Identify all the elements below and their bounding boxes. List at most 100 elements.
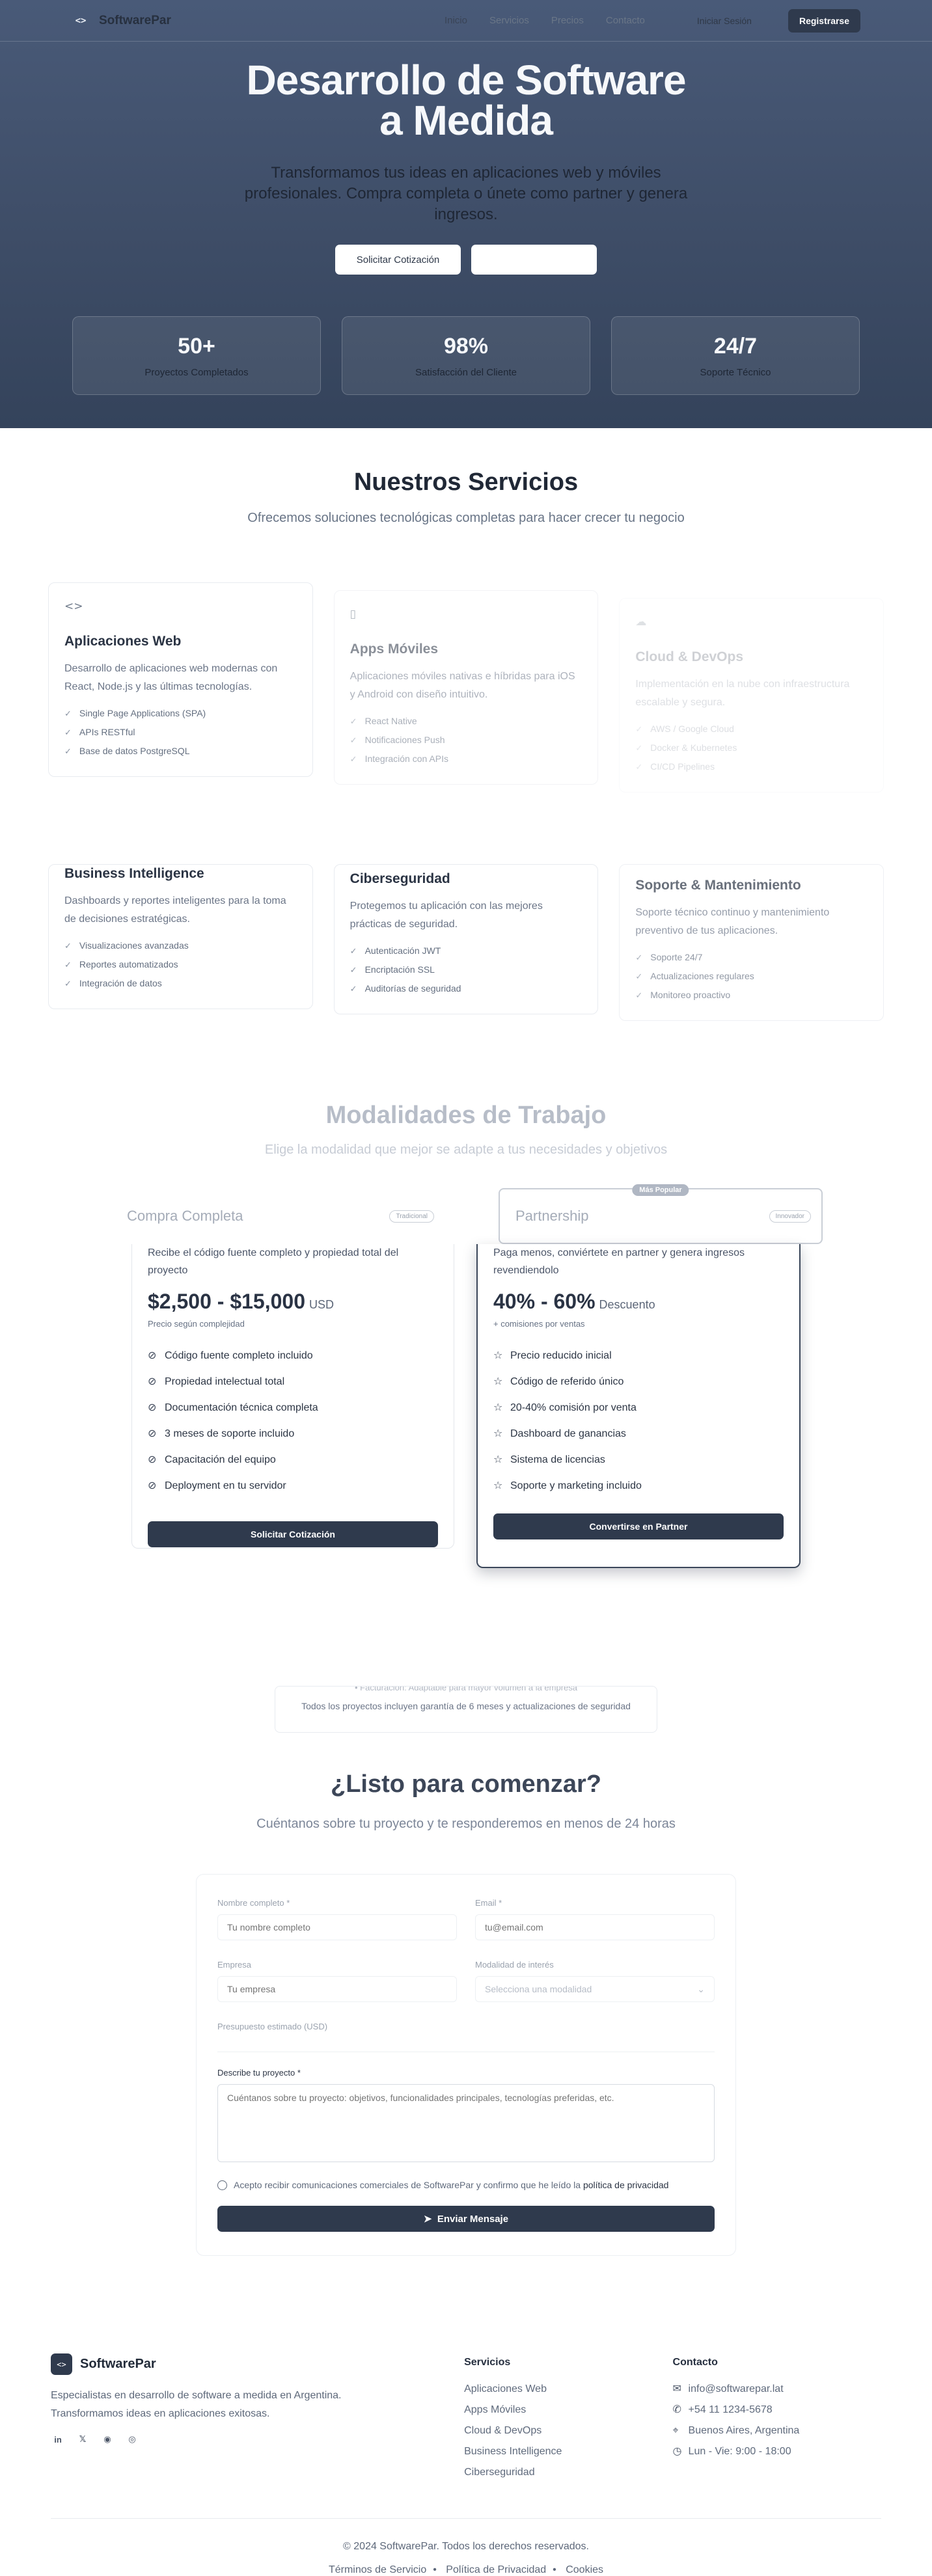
service-title: Business Intelligence	[64, 866, 204, 881]
consent-text: Acepto recibir comunicaciones comerciale…	[234, 2180, 669, 2190]
company-input[interactable]	[217, 1976, 457, 2002]
list-item: ☆ Sistema de licencias	[493, 1447, 784, 1473]
service-card-web: <> Aplicaciones Web Desarrollo de aplica…	[48, 582, 313, 777]
list-item: Soporte 24/7	[635, 948, 868, 967]
star-icon: ☆	[493, 1480, 503, 1491]
plan-features: ☆ Precio reducido inicial ☆ Código de refe…	[493, 1343, 784, 1499]
nav-link-precios[interactable]: Precios	[551, 15, 584, 26]
footer-services-title: Servicios	[464, 2357, 511, 2368]
service-desc: Protegemos tu aplicación con las mejores…	[350, 901, 543, 930]
list-item: APIs RESTful	[64, 723, 297, 742]
name-input[interactable]	[217, 1914, 457, 1940]
service-card-bi: Business Intelligence Dashboards y repor…	[48, 864, 313, 1009]
email-input[interactable]	[475, 1914, 715, 1940]
github-icon[interactable]: ◉	[100, 2432, 115, 2447]
list-item: ⊘ 3 meses de soporte incluido	[148, 1421, 438, 1447]
legal-links: Términos de Servicio • Política de Privac…	[328, 2564, 604, 2575]
chevron-down-icon: ⌄	[697, 1983, 705, 1994]
plan-currency: USD	[308, 1298, 334, 1311]
request-quote-plan-button[interactable]: Solicitar Cotización	[148, 1521, 438, 1547]
service-features: Single Page Applications (SPA) APIs REST…	[64, 704, 297, 761]
list-item: Base de datos PostgreSQL	[64, 742, 297, 761]
footer-link[interactable]: Business Intelligence	[464, 2441, 672, 2462]
plans-subtitle: Elige la modalidad que mejor se adapte a…	[264, 1143, 668, 1157]
star-icon: ☆	[493, 1454, 503, 1465]
note-text: Todos los proyectos incluyen garantía de…	[301, 1701, 631, 1711]
send-icon: ➤	[423, 2214, 432, 2225]
contact-title: ¿Listo para comenzar?	[331, 1770, 601, 1798]
plans-title: Modalidades de Trabajo	[325, 1102, 607, 1129]
list-item: ☆ Soporte y marketing incluido	[493, 1473, 784, 1499]
instagram-icon[interactable]: ◎	[125, 2432, 139, 2447]
list-item: Actualizaciones regulares	[635, 967, 868, 986]
footer-link[interactable]: Ciberseguridad	[464, 2462, 672, 2483]
list-item: Autenticación JWT	[350, 942, 582, 960]
list-item: React Native	[350, 712, 582, 731]
stat-label: Soporte Técnico	[700, 367, 771, 378]
privacy-link[interactable]: política de privacidad	[583, 2180, 669, 2190]
mail-icon: ✉	[672, 2383, 681, 2394]
become-partner-button[interactable]: Convertirse en Partner	[493, 1513, 784, 1539]
nav-link-servicios[interactable]: Servicios	[489, 15, 529, 26]
footer-contact-item: ⌖ Buenos Aires, Argentina	[673, 2420, 881, 2441]
linkedin-icon[interactable]: in	[51, 2432, 65, 2447]
login-link[interactable]: Iniciar Sesión	[697, 16, 752, 26]
project-textarea[interactable]	[217, 2084, 715, 2162]
service-card-cloud: ☁ Cloud & DevOps Implementación en la nu…	[619, 598, 884, 793]
check-circle-icon: ⊘	[148, 1350, 157, 1361]
send-message-button[interactable]: ➤ Enviar Mensaje	[217, 2206, 715, 2232]
phone-icon: ✆	[672, 2404, 681, 2415]
service-features: React Native Notificaciones Push Integra…	[350, 712, 582, 768]
secondary-hero-button[interactable]	[471, 245, 597, 275]
footer-link[interactable]: Apps Móviles	[464, 2400, 672, 2420]
list-item: Notificaciones Push	[350, 731, 582, 750]
request-quote-button[interactable]: Solicitar Cotización	[335, 245, 461, 275]
stat-card: 98% Satisfacción del Cliente	[342, 316, 590, 395]
footer: <> SoftwarePar Especialistas en desarrol…	[0, 2353, 932, 2576]
budget-select[interactable]	[217, 2038, 715, 2052]
location-icon: ⌖	[672, 2425, 679, 2436]
brand[interactable]: <> SoftwarePar	[72, 12, 171, 30]
service-features: Autenticación JWT Encriptación SSL Audit…	[350, 942, 582, 998]
mode-select[interactable]: Selecciona una modalidad ⌄	[475, 1976, 715, 2002]
service-title: Cloud & DevOps	[635, 649, 744, 664]
consent-checkbox[interactable]	[217, 2180, 227, 2190]
privacy-policy-link[interactable]: Política de Privacidad	[446, 2564, 546, 2575]
plan-unit: Descuento	[599, 1298, 655, 1311]
services-grid-row-1: <> Aplicaciones Web Desarrollo de aplica…	[48, 582, 884, 793]
list-item: Auditorías de seguridad	[350, 979, 582, 998]
main-nav: Inicio Servicios Precios Contacto Inicia…	[445, 8, 860, 33]
clock-icon: ◷	[672, 2446, 682, 2457]
service-desc: Soporte técnico continuo y mantenimiento…	[635, 907, 830, 936]
nav-link-contacto[interactable]: Contacto	[606, 15, 645, 26]
star-icon: ☆	[493, 1428, 503, 1439]
list-item: Monitoreo proactivo	[635, 986, 868, 1005]
service-features: Soporte 24/7 Actualizaciones regulares M…	[635, 948, 868, 1005]
list-item: Visualizaciones avanzadas	[64, 936, 297, 955]
services-subtitle: Ofrecemos soluciones tecnológicas comple…	[247, 511, 685, 525]
plan-desc: Recibe el código fuente completo y propi…	[148, 1247, 399, 1276]
twitter-icon[interactable]: 𝕏	[75, 2432, 90, 2447]
terms-link[interactable]: Términos de Servicio	[329, 2564, 426, 2575]
services-grid-row-2: Business Intelligence Dashboards y repor…	[48, 864, 884, 1021]
mode-select-value: Selecciona una modalidad	[485, 1984, 592, 1994]
register-button[interactable]: Registrarse	[788, 8, 860, 33]
footer-brand: SoftwarePar	[80, 2357, 156, 2371]
plan-price-value: 40% - 60%	[493, 1290, 596, 1313]
footer-link[interactable]: Cloud & DevOps	[464, 2420, 672, 2441]
check-circle-icon: ⊘	[148, 1376, 157, 1387]
hero-actions: Solicitar Cotización	[0, 245, 932, 275]
list-item: ⊘ Documentación técnica completa	[148, 1395, 438, 1421]
top-navbar: <> SoftwarePar Inicio Servicios Precios …	[0, 0, 932, 42]
star-icon: ☆	[493, 1402, 503, 1413]
email-label: Email *	[475, 1898, 502, 1908]
list-item: AWS / Google Cloud	[635, 720, 868, 739]
footer-link[interactable]: Aplicaciones Web	[464, 2379, 672, 2400]
footer-contact-title: Contacto	[672, 2357, 718, 2368]
check-circle-icon: ⊘	[148, 1402, 157, 1413]
star-icon: ☆	[493, 1376, 503, 1387]
guarantee-note: • Facturación: Adaptable para mayor volu…	[275, 1686, 657, 1733]
plan-badge: Tradicional	[389, 1210, 434, 1223]
nav-link-inicio[interactable]: Inicio	[445, 15, 467, 26]
cookies-link[interactable]: Cookies	[566, 2564, 603, 2575]
